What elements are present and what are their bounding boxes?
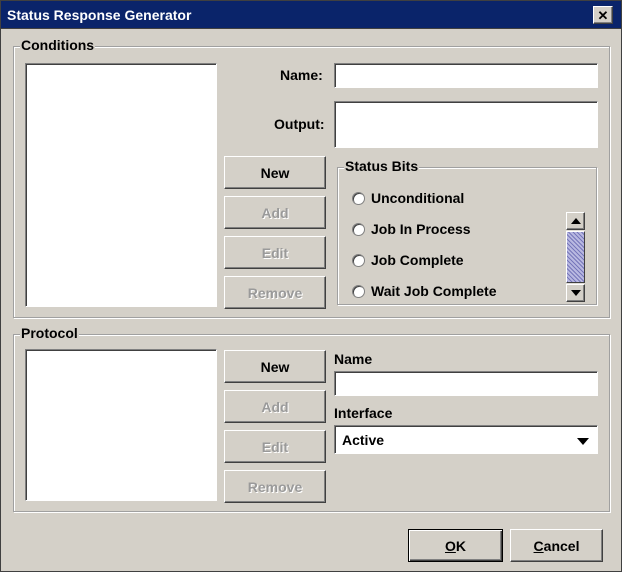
radio-job-complete[interactable]: Job Complete (352, 252, 464, 268)
radio-label: Job Complete (371, 252, 464, 268)
close-icon: ✕ (597, 7, 609, 23)
arrow-down-icon (570, 290, 581, 296)
status-bits-title: Status Bits (344, 158, 420, 174)
radio-label: Wait Job Complete (371, 283, 497, 299)
cancel-button[interactable]: Cancel (510, 529, 603, 562)
radio-label: Job In Process (371, 221, 471, 237)
condition-name-input[interactable] (334, 63, 598, 88)
condition-output-input[interactable] (334, 101, 598, 148)
interface-select[interactable]: Active (334, 425, 598, 454)
protocol-list[interactable] (25, 349, 217, 501)
protocol-name-input[interactable] (334, 371, 598, 396)
protocol-edit-button[interactable]: Edit (224, 430, 326, 463)
scroll-up-button[interactable] (566, 212, 585, 230)
conditions-add-button[interactable]: Add (224, 196, 326, 229)
protocol-name-label: Name (334, 351, 373, 367)
protocol-new-button[interactable]: New (224, 350, 326, 383)
conditions-group-title: Conditions (20, 37, 96, 53)
conditions-remove-button[interactable]: Remove (224, 276, 326, 309)
protocol-group-title: Protocol (20, 325, 79, 341)
scroll-thumb[interactable] (566, 231, 585, 283)
radio-wait-job-complete[interactable]: Wait Job Complete (352, 283, 497, 299)
interface-label: Interface (334, 405, 393, 421)
window-title: Status Response Generator (7, 7, 192, 23)
condition-output-label: Output: (274, 116, 325, 132)
protocol-remove-button[interactable]: Remove (224, 470, 326, 503)
radio-circle-icon (352, 284, 365, 298)
radio-circle-icon (352, 222, 365, 236)
scroll-down-button[interactable] (566, 284, 585, 302)
protocol-add-button[interactable]: Add (224, 390, 326, 423)
arrow-up-icon (570, 218, 581, 224)
radio-circle-icon (352, 253, 365, 267)
radio-unconditional[interactable]: Unconditional (352, 190, 464, 206)
radio-circle-icon (352, 191, 365, 205)
radio-label: Unconditional (371, 190, 465, 206)
chevron-down-icon (577, 438, 589, 445)
conditions-new-button[interactable]: New (224, 156, 326, 189)
conditions-list[interactable] (25, 63, 217, 307)
status-bits-scrollbar[interactable] (566, 212, 585, 302)
ok-button[interactable]: OK (408, 529, 503, 562)
close-button[interactable]: ✕ (593, 6, 613, 24)
status-response-generator-dialog: Status Response Generator ✕ Conditions N… (0, 0, 622, 572)
condition-name-label: Name: (280, 67, 323, 83)
radio-job-in-process[interactable]: Job In Process (352, 221, 471, 237)
conditions-edit-button[interactable]: Edit (224, 236, 326, 269)
interface-selected-value: Active (342, 432, 385, 448)
title-bar[interactable]: Status Response Generator ✕ (1, 1, 621, 29)
